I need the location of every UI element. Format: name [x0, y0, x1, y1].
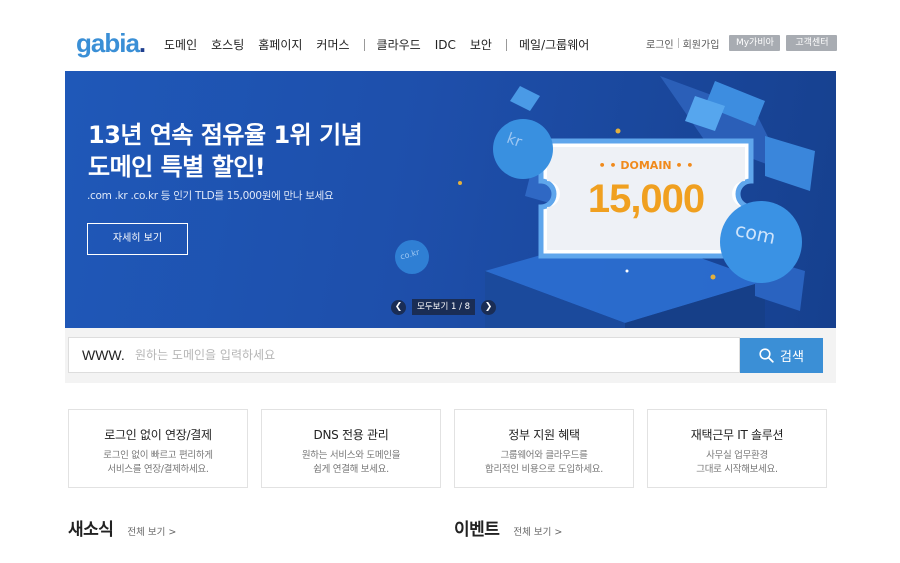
ticket-price: 15,000	[587, 177, 705, 221]
main-nav: 도메인 호스팅 홈페이지 커머스 클라우드 IDC 보안 메일/그룹웨어	[164, 36, 603, 53]
logo-text: gabia	[76, 28, 140, 58]
card-title: DNS 전용 관리	[313, 428, 389, 442]
card-desc-line: 사무실 업무환경	[706, 450, 768, 461]
pager-count[interactable]: 모두보기 1 / 8	[412, 299, 476, 315]
events-view-all-link[interactable]: 전체 보기 >	[513, 524, 562, 538]
nav-security[interactable]: 보안	[470, 36, 492, 53]
card-government-support[interactable]: 정부 지원 혜택 그룹웨어와 클라우드를 합리적인 비용으로 도입하세요.	[454, 409, 634, 488]
prev-arrow-icon[interactable]: ❮	[391, 299, 406, 315]
banner-title: 13년 연속 점유율 1위 기념 도메인 특별 할인!	[88, 119, 363, 183]
signup-link[interactable]: 회원가입	[683, 36, 720, 51]
domain-search-input[interactable]	[135, 344, 725, 366]
ticket-label: • • DOMAIN • •	[598, 159, 694, 172]
nav-divider	[505, 38, 507, 51]
service-cards: 로그인 없이 연장/결제 로그인 없이 빠르고 편리하게 서비스를 연장/결제하…	[68, 409, 827, 488]
banner-subtitle: .com .kr .co.kr 등 인기 TLD를 15,000원에 만나 보세…	[87, 190, 334, 202]
card-description: 그룹웨어와 클라우드를 합리적인 비용으로 도입하세요.	[455, 449, 633, 477]
search-button[interactable]: 검색	[740, 338, 823, 373]
search-icon	[759, 348, 774, 363]
nav-commerce[interactable]: 커머스	[316, 36, 349, 53]
gabia-logo[interactable]: gabia.	[76, 28, 146, 59]
util-divider	[677, 38, 679, 48]
banner-pager: ❮ 모두보기 1 / 8 ❯	[391, 299, 497, 315]
support-button[interactable]: 고객센터	[786, 35, 838, 51]
events-section-header: 이벤트 전체 보기 >	[454, 515, 562, 540]
card-description: 로그인 없이 빠르고 편리하게 서비스를 연장/결제하세요.	[69, 449, 247, 477]
news-title: 새소식	[68, 520, 114, 540]
banner-title-line1: 13년 연속 점유율 1위 기념	[88, 121, 363, 149]
nav-homepage[interactable]: 홈페이지	[258, 36, 302, 53]
card-dns-management[interactable]: DNS 전용 관리 원하는 서비스와 도메인을 쉽게 연결해 보세요.	[261, 409, 441, 488]
card-desc-line: 그대로 시작해보세요.	[696, 464, 778, 475]
utility-menu: 로그인 회원가입 My가비아 고객센터	[646, 35, 838, 51]
card-desc-line: 쉽게 연결해 보세요.	[313, 464, 389, 475]
card-description: 사무실 업무환경 그대로 시작해보세요.	[648, 449, 826, 477]
card-renew-payment[interactable]: 로그인 없이 연장/결제 로그인 없이 빠르고 편리하게 서비스를 연장/결제하…	[68, 409, 248, 488]
kr-bubble	[493, 119, 553, 179]
card-title: 정부 지원 혜택	[508, 428, 580, 442]
site-header: gabia. 도메인 호스팅 홈페이지 커머스 클라우드 IDC 보안 메일/그…	[0, 0, 900, 71]
nav-idc[interactable]: IDC	[435, 38, 456, 52]
search-button-label: 검색	[780, 350, 804, 365]
search-box: WWW.	[68, 337, 740, 373]
nav-divider	[363, 38, 365, 51]
nav-domain[interactable]: 도메인	[164, 36, 197, 53]
login-link[interactable]: 로그인	[646, 36, 674, 51]
nav-mail-groupware[interactable]: 메일/그룹웨어	[519, 36, 589, 53]
card-remote-work[interactable]: 재택근무 IT 솔루션 사무실 업무환경 그대로 시작해보세요.	[647, 409, 827, 488]
card-desc-line: 합리적인 비용으로 도입하세요.	[485, 464, 603, 475]
card-desc-line: 로그인 없이 빠르고 편리하게	[103, 450, 213, 461]
www-prefix: WWW.	[82, 347, 125, 363]
ticket-label-text: DOMAIN	[620, 159, 672, 172]
my-gabia-button[interactable]: My가비아	[729, 35, 781, 51]
news-view-all-link[interactable]: 전체 보기 >	[127, 524, 176, 538]
card-desc-line: 그룹웨어와 클라우드를	[500, 450, 588, 461]
logo-dot: .	[138, 28, 146, 58]
nav-hosting[interactable]: 호스팅	[211, 36, 244, 53]
card-desc-line: 원하는 서비스와 도메인을	[301, 450, 401, 461]
card-desc-line: 서비스를 연장/결제하세요.	[107, 464, 209, 475]
events-title: 이벤트	[454, 520, 500, 540]
card-description: 원하는 서비스와 도메인을 쉽게 연결해 보세요.	[262, 449, 440, 477]
news-section-header: 새소식 전체 보기 >	[68, 515, 176, 540]
nav-cloud[interactable]: 클라우드	[377, 36, 421, 53]
next-arrow-icon[interactable]: ❯	[481, 299, 497, 315]
card-title: 로그인 없이 연장/결제	[104, 428, 212, 442]
banner-title-line2: 도메인 특별 할인!	[88, 153, 266, 181]
view-details-button[interactable]: 자세히 보기	[87, 223, 188, 255]
domain-search-bar: WWW. 검색	[65, 328, 836, 383]
card-title: 재택근무 IT 솔루션	[690, 428, 784, 442]
promo-banner[interactable]: 13년 연속 점유율 1위 기념 도메인 특별 할인! .com .kr .co…	[65, 71, 836, 328]
